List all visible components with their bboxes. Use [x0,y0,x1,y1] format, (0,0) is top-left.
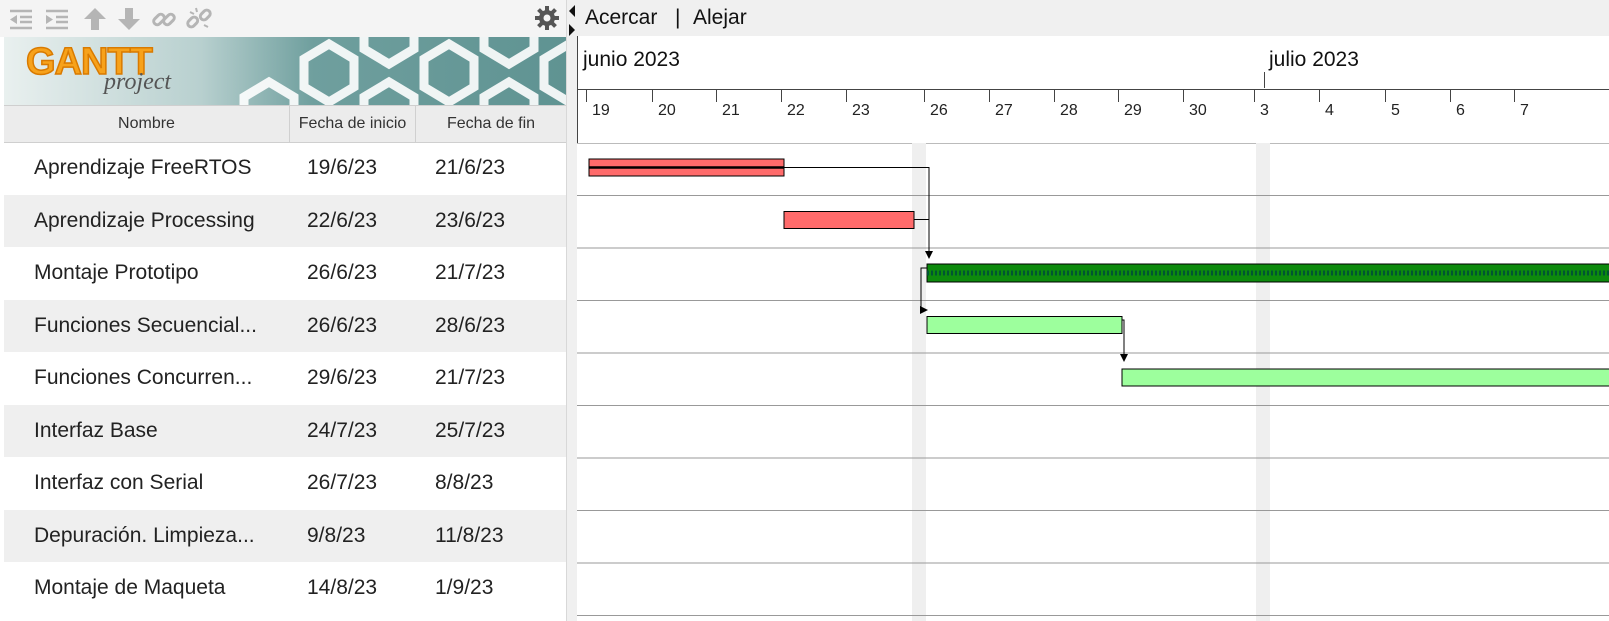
table-row[interactable]: Funciones Secuencial... 26/6/23 28/6/23 [4,299,566,352]
dependency-arrowhead [1120,354,1128,362]
month-day-divider [577,89,1609,90]
task-end: 21/6/23 [435,156,506,179]
task-end: 21/7/23 [435,261,506,284]
day-label: 27 [995,102,1013,119]
task-name: Funciones Secuencial... [34,313,257,337]
day-tick [1254,90,1255,102]
task-bar [783,211,915,229]
arrow-up-icon[interactable] [82,6,108,32]
task-start: 26/6/23 [307,261,378,284]
task-start: 14/8/23 [307,576,378,599]
table-row[interactable]: Depuración. Limpieza... 9/8/23 11/8/23 [4,509,566,562]
gantt-chart-panel: Acercar | Alejar junio 2023 julio 2023 1… [577,0,1609,621]
column-header-name[interactable]: Nombre [4,106,290,142]
task-end: 21/7/23 [435,366,506,389]
day-tick [1319,90,1320,102]
task-end: 8/8/23 [435,471,494,494]
task-start: 22/6/23 [307,208,378,232]
zoom-in-link[interactable]: Acercar [585,6,657,30]
task-name: Montaje de Maqueta [34,576,226,599]
day-tick [652,90,653,102]
dependency-arrow [784,167,930,251]
task-name: Interfaz Base [34,418,158,442]
zoom-out-link[interactable]: Alejar [693,6,747,30]
column-header-end[interactable]: Fecha de fin [416,106,566,142]
task-end: 1/9/23 [435,576,494,599]
task-start: 26/7/23 [307,471,378,494]
task-table-panel: GANTT project Nombre Fecha de inicio Fec… [0,0,566,621]
column-header-start[interactable]: Fecha de inicio [290,106,416,142]
day-label: 19 [592,102,610,119]
task-name: Aprendizaje FreeRTOS [34,156,252,179]
task-end: 25/7/23 [435,418,506,442]
day-tick [1183,90,1184,102]
day-label: 3 [1260,102,1269,119]
logo-sub-text: project [104,69,172,95]
column-header-row: Nombre Fecha de inicio Fecha de fin [4,105,566,143]
task-name: Depuración. Limpieza... [34,523,255,547]
day-label: 22 [787,102,805,119]
task-end: 11/8/23 [435,523,504,547]
day-label: 29 [1124,102,1142,119]
task-name: Aprendizaje Processing [34,208,255,232]
day-tick [1118,90,1119,102]
arrow-down-icon[interactable] [116,6,142,32]
day-label: 26 [930,102,948,119]
day-label: 28 [1060,102,1078,119]
dependency-arrowhead [925,251,933,259]
task-bar [1121,368,1609,387]
task-bar [926,316,1123,334]
table-row[interactable]: Interfaz con Serial 26/7/23 8/8/23 [4,457,566,510]
day-tick [924,90,925,102]
day-tick [1514,90,1515,102]
link-icon[interactable] [151,6,177,32]
task-start: 19/6/23 [307,156,378,179]
zoom-separator: | [675,6,681,29]
task-start: 9/8/23 [307,523,366,547]
month-tick [1264,72,1265,88]
unlink-icon[interactable] [186,6,212,32]
task-start: 24/7/23 [307,418,378,442]
day-label: 5 [1391,102,1400,119]
table-row[interactable]: Aprendizaje Processing 22/6/23 23/6/23 [4,194,566,247]
day-tick [1054,90,1055,102]
day-tick [989,90,990,102]
month-label: junio 2023 [583,48,680,71]
day-label: 23 [852,102,870,119]
task-start: 29/6/23 [307,366,378,389]
day-label: 6 [1456,102,1465,119]
gantt-chart-area [577,143,1609,621]
table-row[interactable]: Aprendizaje FreeRTOS 19/6/23 21/6/23 [4,142,566,195]
table-row[interactable]: Montaje de Maqueta 14/8/23 1/9/23 [4,562,566,615]
day-label: 4 [1325,102,1334,119]
task-name: Montaje Prototipo [34,261,199,284]
task-end: 28/6/23 [435,313,506,337]
task-name: Interfaz con Serial [34,471,204,494]
zoom-bar: Acercar | Alejar [577,0,1609,36]
day-tick [1450,90,1451,102]
day-tick [846,90,847,102]
day-tick [781,90,782,102]
gear-icon[interactable] [533,4,561,32]
ganttproject-logo-banner: GANTT project [4,37,566,105]
table-row[interactable]: Funciones Concurren... 29/6/23 21/7/23 [4,352,566,405]
timeline-header: junio 2023 julio 2023 19 20 21 22 23 26 27 28 29… [577,36,1609,144]
table-row[interactable]: Montaje Prototipo 26/6/23 21/7/23 [4,247,566,300]
day-tick [586,90,587,102]
day-label: 30 [1189,102,1207,119]
task-start: 26/6/23 [307,313,378,337]
outdent-icon[interactable] [8,6,34,32]
indent-icon[interactable] [44,6,70,32]
month-label: julio 2023 [1269,48,1359,71]
day-tick [716,90,717,102]
day-label: 20 [658,102,676,119]
collapse-arrows-icon[interactable] [567,2,577,42]
day-label: 21 [722,102,740,119]
table-row[interactable]: Interfaz Base 24/7/23 25/7/23 [4,404,566,457]
task-name: Funciones Concurren... [34,366,253,389]
task-end: 23/6/23 [435,208,506,232]
day-tick [1385,90,1386,102]
left-toolbar [0,0,566,37]
day-label: 7 [1520,102,1529,119]
